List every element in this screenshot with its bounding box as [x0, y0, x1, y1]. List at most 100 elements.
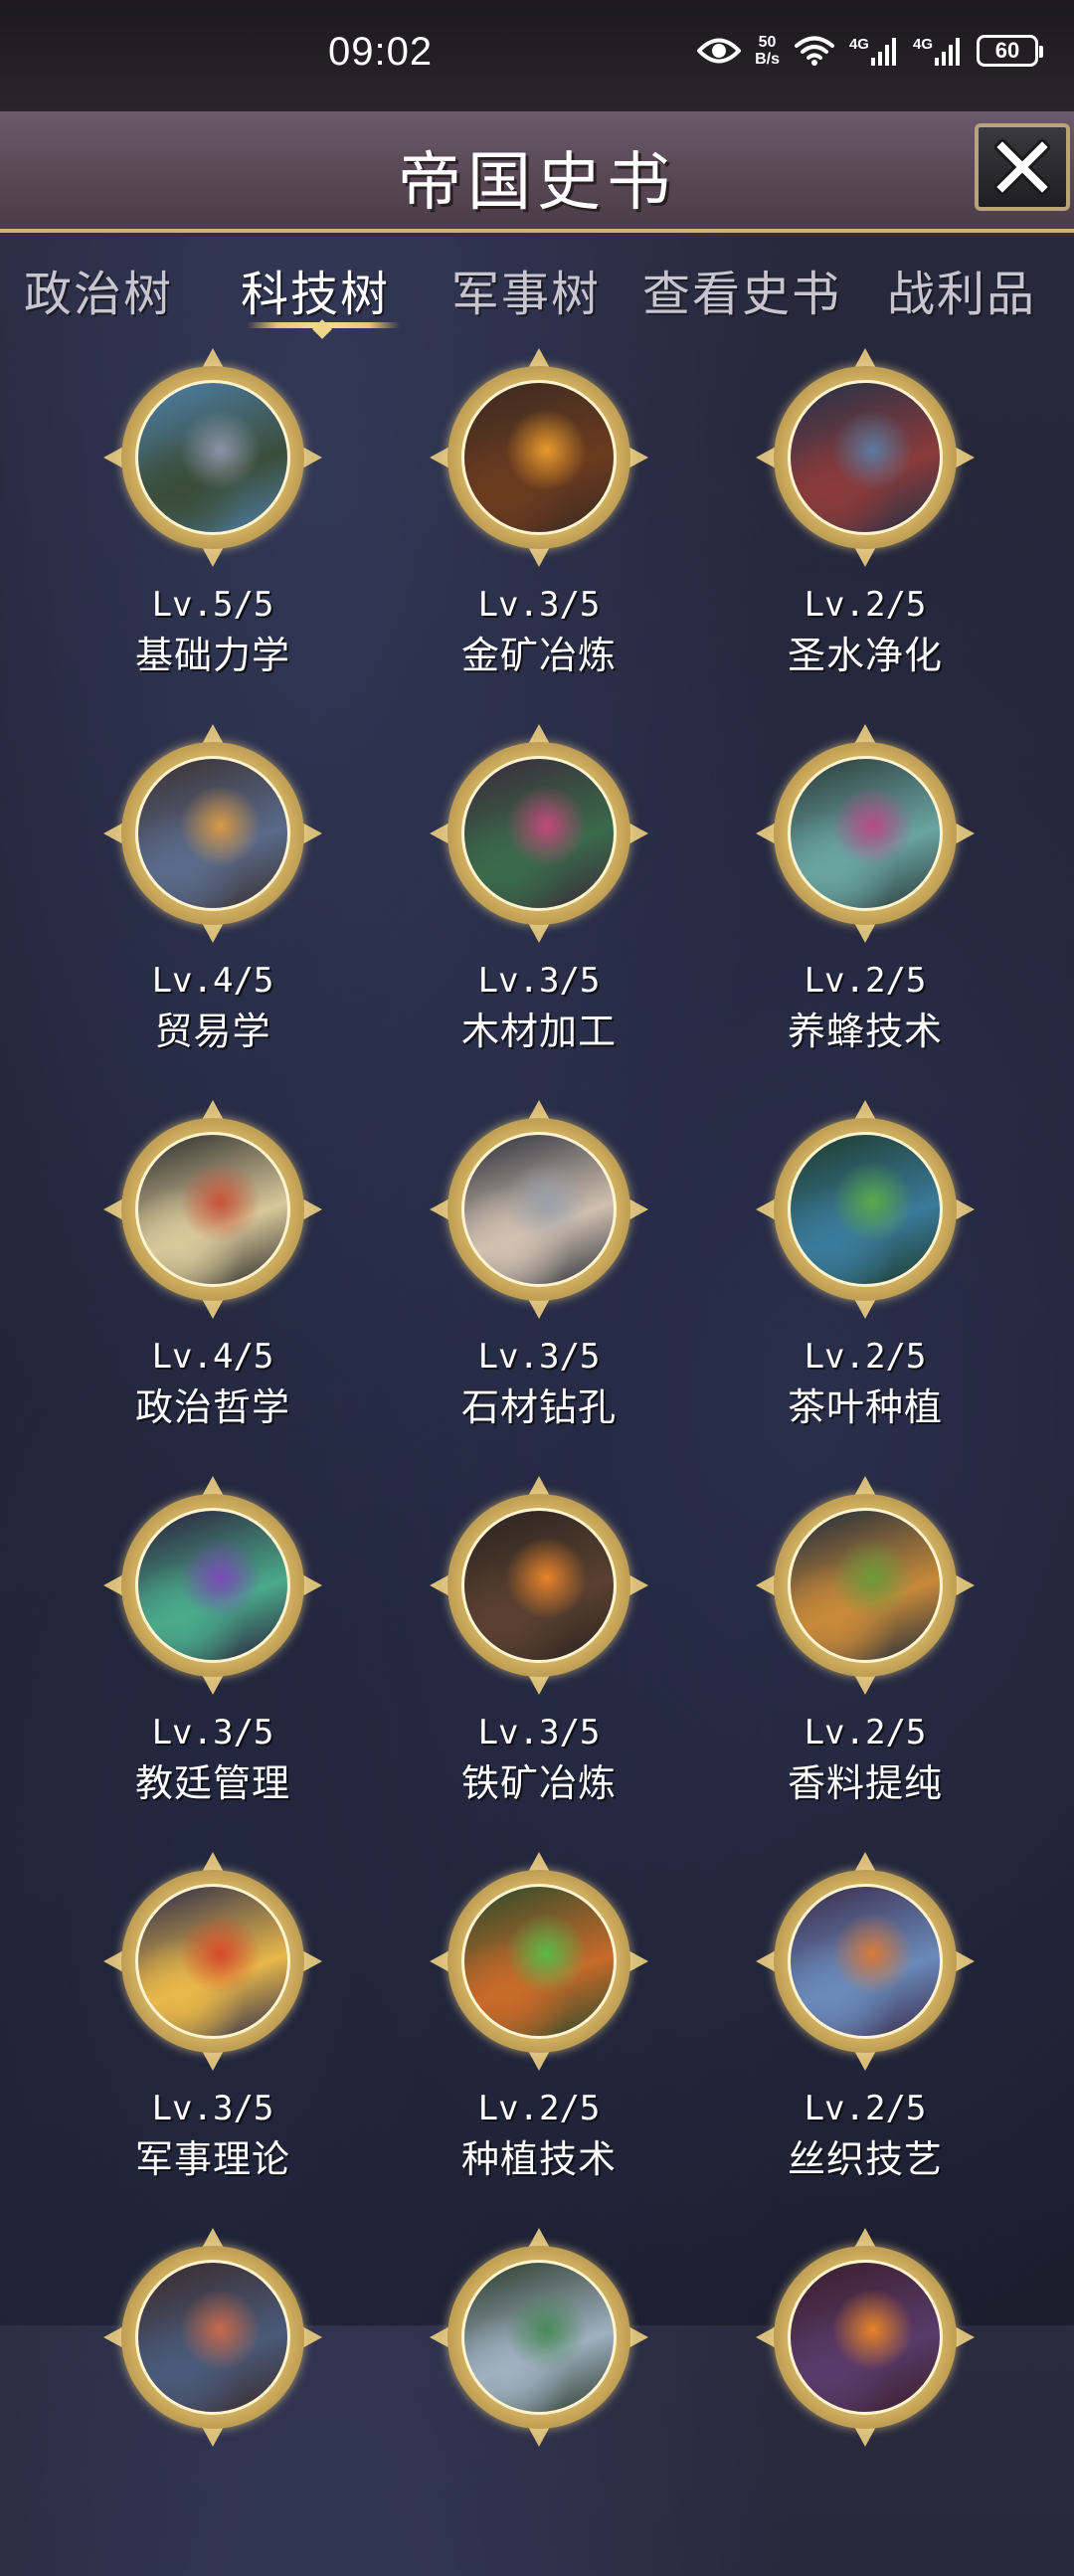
tech-node[interactable]: Lv.2/5 养蜂技术	[736, 724, 994, 1072]
speed-value: 50	[758, 34, 777, 51]
tech-name: 养蜂技术	[787, 1010, 943, 1053]
forge-artwork	[461, 1508, 617, 1663]
tech-name: 金矿冶炼	[460, 634, 617, 677]
tech-medal[interactable]	[756, 1852, 975, 2071]
signal-1: 4G	[849, 36, 899, 66]
tech-medal[interactable]	[103, 1852, 322, 2071]
tech-node[interactable]	[736, 2228, 994, 2576]
tech-medal[interactable]	[430, 1852, 648, 2071]
tech-level: Lv.2/5	[804, 961, 927, 1001]
tech-medal[interactable]	[430, 724, 648, 943]
tech-node[interactable]: Lv.3/5 金矿冶炼	[410, 348, 668, 696]
tech-node[interactable]: Lv.3/5 军事理论	[84, 1852, 342, 2200]
tech-level: Lv.2/5	[804, 585, 927, 625]
tech-medal[interactable]	[103, 1476, 322, 1695]
village-artwork	[788, 1884, 943, 2039]
tab-loot[interactable]: 战利品	[887, 255, 1036, 324]
signal-2: 4G	[913, 36, 963, 66]
tea-tree-artwork	[788, 1132, 943, 1287]
tech-medal[interactable]	[430, 1100, 648, 1319]
close-icon	[994, 139, 1050, 195]
tech-medal[interactable]	[756, 1476, 975, 1695]
tech-level: Lv.3/5	[151, 1713, 274, 1752]
tech-level: Lv.4/5	[151, 961, 274, 1001]
tech-node[interactable]: Lv.2/5 丝织技艺	[736, 1852, 994, 2200]
tech-node[interactable]: Lv.3/5 石材钻孔	[410, 1100, 668, 1448]
market-artwork	[135, 756, 290, 911]
tech-name: 石材钻孔	[460, 1385, 617, 1429]
tab-politics[interactable]: 政治树	[24, 255, 173, 324]
tech-name: 铁矿冶炼	[460, 1761, 617, 1805]
tech-medal[interactable]	[756, 1100, 975, 1319]
tech-medal[interactable]	[756, 2228, 975, 2447]
tech-level: Lv.4/5	[151, 1337, 274, 1377]
furnace-artwork	[461, 380, 617, 535]
fountain-artwork	[788, 380, 943, 535]
tech-level: Lv.2/5	[477, 2089, 601, 2128]
tech-level: Lv.3/5	[151, 2089, 274, 2128]
statue-artwork	[135, 380, 290, 535]
tech-level: Lv.2/5	[804, 1337, 927, 1377]
network-type-1: 4G	[848, 36, 869, 53]
network-speed: 50 B/s	[755, 34, 780, 68]
tech-node[interactable]: Lv.4/5 贸易学	[84, 724, 342, 1072]
tech-medal[interactable]	[430, 1476, 648, 1695]
church-artwork	[135, 1508, 290, 1663]
tech-level: Lv.2/5	[804, 1713, 927, 1752]
tech-level: Lv.3/5	[477, 1713, 601, 1752]
tech-node[interactable]: Lv.5/5 基础力学	[84, 348, 342, 696]
status-icons: 50 B/s 4G 4G 60	[697, 34, 1043, 68]
pavilion-artwork	[461, 2260, 617, 2415]
tech-medal[interactable]	[103, 348, 322, 567]
tech-node[interactable]	[410, 2228, 668, 2576]
tech-name: 军事理论	[134, 2137, 290, 2181]
tech-name: 教廷管理	[134, 1761, 290, 1805]
spice-artwork	[788, 1508, 943, 1663]
battery-icon: 60	[977, 35, 1043, 67]
battery-level: 60	[994, 38, 1020, 63]
signal-bars-icon	[870, 38, 896, 66]
tech-node[interactable]: Lv.2/5 香料提纯	[736, 1476, 994, 1824]
forest-artwork	[461, 756, 617, 911]
close-button[interactable]	[975, 123, 1070, 211]
tech-name: 政治哲学	[134, 1385, 290, 1429]
tech-name: 丝织技艺	[787, 2137, 943, 2181]
tech-name: 基础力学	[134, 634, 290, 677]
knight-artwork	[135, 1884, 290, 2039]
tech-level: Lv.3/5	[477, 1337, 601, 1377]
tech-level: Lv.3/5	[477, 585, 601, 625]
tab-military[interactable]: 军事树	[451, 255, 601, 324]
tech-level: Lv.3/5	[477, 961, 601, 1001]
tech-node[interactable]: Lv.3/5 木材加工	[410, 724, 668, 1072]
tech-node[interactable]: Lv.2/5 种植技术	[410, 1852, 668, 2200]
tab-history-book[interactable]: 查看史书	[642, 255, 841, 324]
page-title: 帝国史书	[398, 146, 676, 220]
tech-node[interactable]	[84, 2228, 342, 2576]
tech-medal[interactable]	[430, 2228, 648, 2447]
tech-node[interactable]: Lv.2/5 圣水净化	[736, 348, 994, 696]
farm-artwork	[461, 1884, 617, 2039]
status-bar: 09:02 50 B/s 4G 4G 60	[0, 0, 1074, 111]
throne-artwork	[788, 2260, 943, 2415]
tech-medal[interactable]	[103, 2228, 322, 2447]
tech-medal[interactable]	[756, 724, 975, 943]
eye-icon	[697, 36, 742, 66]
tab-technology[interactable]: 科技树	[241, 255, 390, 324]
title-banner: 帝国史书	[0, 111, 1074, 233]
tech-node[interactable]: Lv.3/5 铁矿冶炼	[410, 1476, 668, 1824]
tech-medal[interactable]	[756, 348, 975, 567]
tech-node[interactable]: Lv.4/5 政治哲学	[84, 1100, 342, 1448]
tech-name: 香料提纯	[787, 1761, 943, 1805]
tech-medal[interactable]	[103, 724, 322, 943]
tab-bar: 政治树 科技树 军事树 查看史书 战利品	[0, 235, 1074, 344]
tech-node[interactable]: Lv.2/5 茶叶种植	[736, 1100, 994, 1448]
tech-medal[interactable]	[103, 1100, 322, 1319]
tech-node[interactable]: Lv.3/5 教廷管理	[84, 1476, 342, 1824]
network-type-2: 4G	[912, 36, 933, 53]
wifi-icon	[794, 35, 835, 67]
tech-medal[interactable]	[430, 348, 648, 567]
warrior-artwork	[135, 2260, 290, 2415]
philosopher-artwork	[135, 1132, 290, 1287]
tech-name: 圣水净化	[787, 634, 943, 677]
tech-name: 种植技术	[460, 2137, 617, 2181]
